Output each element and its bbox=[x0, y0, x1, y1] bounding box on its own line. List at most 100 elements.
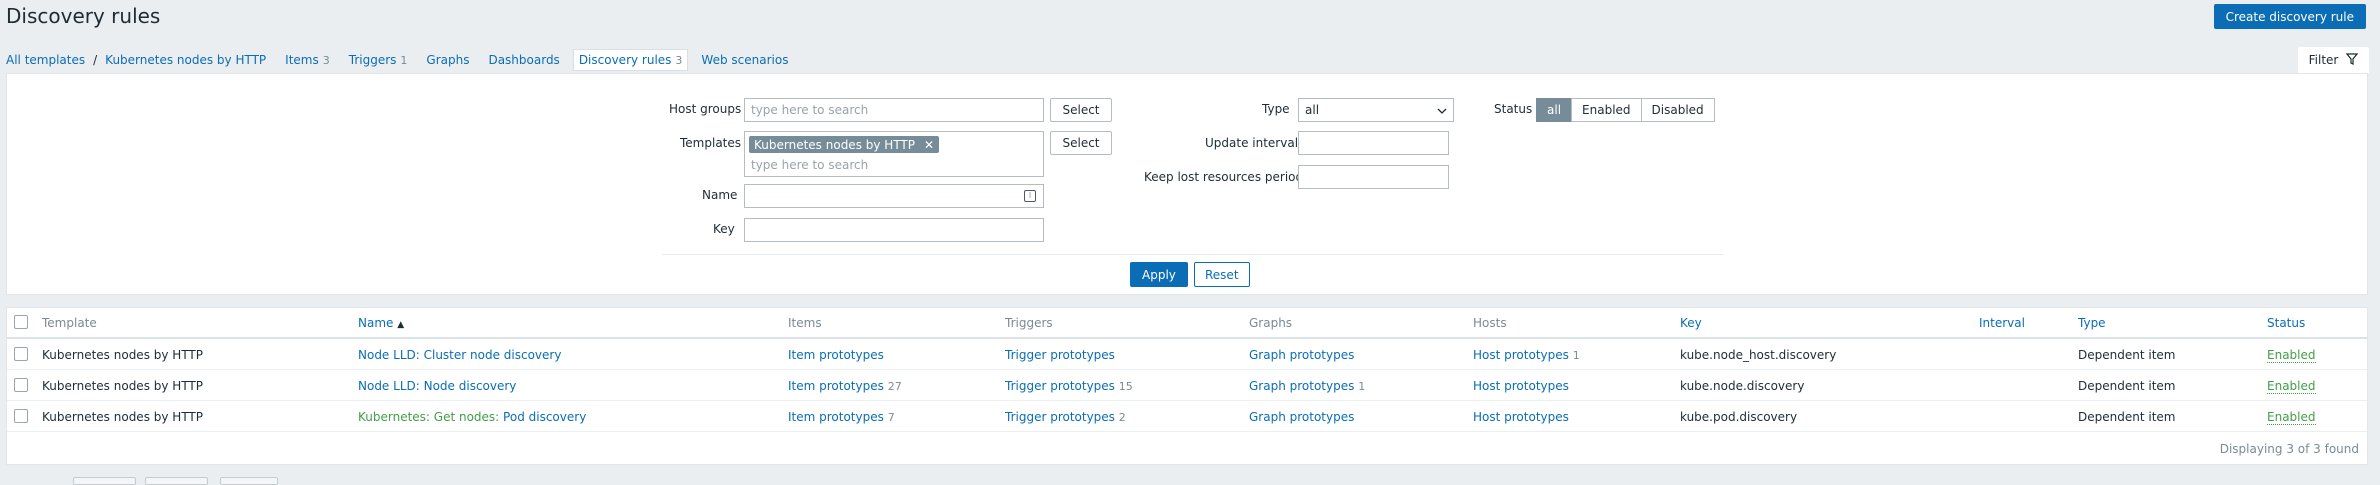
macro-icon[interactable]: ⁝ bbox=[1024, 190, 1036, 202]
row-hosts: Host prototypes bbox=[1473, 410, 1569, 424]
tab-discovery-rules-count: 3 bbox=[675, 53, 683, 67]
tab-discovery-rules-label: Discovery rules bbox=[578, 53, 672, 67]
tab-dashboards[interactable]: Dashboards bbox=[488, 53, 559, 67]
tab-items-label: Items bbox=[285, 53, 319, 67]
status-option-disabled[interactable]: Disabled bbox=[1640, 98, 1715, 122]
tab-items-count: 3 bbox=[322, 53, 330, 67]
item-prototypes-link[interactable]: Item prototypes bbox=[788, 348, 884, 362]
apply-button[interactable]: Apply bbox=[1130, 262, 1188, 287]
page-header: Discovery rules Create discovery rule bbox=[0, 0, 2380, 38]
row-items: Item prototypes 27 bbox=[788, 379, 902, 393]
close-icon[interactable]: ✕ bbox=[924, 138, 934, 152]
mass-action-button[interactable] bbox=[145, 477, 208, 485]
tab-triggers-count: 1 bbox=[400, 53, 408, 67]
tab-discovery-rules[interactable]: Discovery rules 3 bbox=[572, 49, 689, 71]
select-all-checkbox[interactable] bbox=[14, 315, 28, 329]
trigger-prototypes-link[interactable]: Trigger prototypes bbox=[1005, 379, 1115, 393]
row-checkbox[interactable] bbox=[14, 378, 28, 392]
col-key[interactable]: Key bbox=[1680, 316, 1702, 330]
trigger-prototypes-count: 2 bbox=[1118, 411, 1126, 424]
tab-triggers[interactable]: Triggers 1 bbox=[349, 53, 408, 67]
host-prototypes-count: 1 bbox=[1572, 349, 1580, 362]
row-name-link[interactable]: Node discovery bbox=[424, 379, 517, 393]
type-select-value: all bbox=[1305, 103, 1320, 117]
graph-prototypes-link[interactable]: Graph prototypes bbox=[1249, 379, 1354, 393]
host-prototypes-link[interactable]: Host prototypes bbox=[1473, 410, 1569, 424]
chevron-down-icon bbox=[1437, 103, 1447, 117]
name-input[interactable] bbox=[744, 184, 1044, 208]
update-interval-label: Update interval bbox=[1205, 136, 1299, 150]
row-name-prefix[interactable]: Node LLD: bbox=[358, 379, 424, 393]
row-graphs: Graph prototypes bbox=[1249, 410, 1354, 424]
col-name-label: Name bbox=[358, 316, 394, 330]
row-name: Node LLD: Cluster node discovery bbox=[358, 348, 561, 362]
template-tag: Kubernetes nodes by HTTP ✕ bbox=[749, 136, 940, 153]
graph-prototypes-count: 1 bbox=[1358, 380, 1366, 393]
row-name-link[interactable]: Pod discovery bbox=[503, 410, 586, 424]
tab-items[interactable]: Items 3 bbox=[285, 53, 330, 67]
graph-prototypes-link[interactable]: Graph prototypes bbox=[1249, 410, 1354, 424]
status-toggle[interactable]: Enabled bbox=[2267, 348, 2316, 363]
row-template: Kubernetes nodes by HTTP bbox=[42, 348, 203, 362]
row-template: Kubernetes nodes by HTTP bbox=[42, 410, 203, 424]
row-name-link[interactable]: Cluster node discovery bbox=[424, 348, 562, 362]
col-status[interactable]: Status bbox=[2267, 316, 2305, 330]
row-name-prefix[interactable]: Node LLD: bbox=[358, 348, 424, 362]
row-triggers: Trigger prototypes 15 bbox=[1005, 379, 1133, 393]
filter-panel: Host groups Select Templates Kubernetes … bbox=[6, 73, 2368, 295]
templates-select-button[interactable]: Select bbox=[1050, 131, 1112, 155]
item-prototypes-count: 27 bbox=[887, 380, 902, 393]
host-groups-select-button[interactable]: Select bbox=[1050, 98, 1112, 122]
key-input[interactable] bbox=[744, 218, 1044, 242]
host-prototypes-link[interactable]: Host prototypes bbox=[1473, 379, 1569, 393]
item-prototypes-link[interactable]: Item prototypes bbox=[788, 379, 884, 393]
type-select[interactable]: all bbox=[1298, 98, 1454, 122]
host-groups-input[interactable] bbox=[744, 98, 1044, 122]
col-interval[interactable]: Interval bbox=[1979, 316, 2025, 330]
row-key: kube.node_host.discovery bbox=[1680, 348, 1837, 362]
status-option-enabled[interactable]: Enabled bbox=[1571, 98, 1642, 122]
update-interval-input[interactable] bbox=[1298, 131, 1449, 155]
row-name-prefix[interactable]: Kubernetes: Get nodes: bbox=[358, 410, 503, 424]
row-triggers: Trigger prototypes 2 bbox=[1005, 410, 1126, 424]
filter-tab[interactable]: Filter bbox=[2298, 47, 2369, 73]
item-prototypes-link[interactable]: Item prototypes bbox=[788, 410, 884, 424]
templates-multiselect[interactable]: Kubernetes nodes by HTTP ✕ type here to … bbox=[744, 131, 1044, 177]
create-discovery-rule-button[interactable]: Create discovery rule bbox=[2213, 4, 2366, 29]
trigger-prototypes-link[interactable]: Trigger prototypes bbox=[1005, 348, 1115, 362]
col-template: Template bbox=[42, 316, 97, 330]
row-name: Kubernetes: Get nodes: Pod discovery bbox=[358, 410, 586, 424]
col-type[interactable]: Type bbox=[2078, 316, 2106, 330]
reset-button[interactable]: Reset bbox=[1194, 262, 1250, 287]
col-name[interactable]: Name ▲ bbox=[358, 316, 404, 330]
row-type: Dependent item bbox=[2078, 410, 2176, 424]
breadcrumb-template[interactable]: Kubernetes nodes by HTTP bbox=[105, 53, 266, 67]
templates-search-input[interactable]: type here to search bbox=[751, 158, 868, 172]
status-option-all[interactable]: all bbox=[1536, 98, 1573, 122]
graph-prototypes-link[interactable]: Graph prototypes bbox=[1249, 348, 1354, 362]
col-graphs: Graphs bbox=[1249, 316, 1293, 330]
row-hosts: Host prototypes 1 bbox=[1473, 348, 1580, 362]
row-checkbox[interactable] bbox=[14, 409, 28, 423]
funnel-icon bbox=[2346, 52, 2359, 68]
tab-graphs[interactable]: Graphs bbox=[426, 53, 469, 67]
status-segmented: all Enabled Disabled bbox=[1536, 98, 1715, 122]
table-footer-count: Displaying 3 of 3 found bbox=[2219, 442, 2359, 456]
status-toggle[interactable]: Enabled bbox=[2267, 410, 2316, 425]
row-checkbox[interactable] bbox=[14, 347, 28, 361]
row-name: Node LLD: Node discovery bbox=[358, 379, 516, 393]
trigger-prototypes-count: 15 bbox=[1118, 380, 1133, 393]
tab-web-scenarios[interactable]: Web scenarios bbox=[701, 53, 788, 67]
key-label: Key bbox=[713, 222, 735, 236]
status-label: Status bbox=[1494, 102, 1533, 116]
host-prototypes-link[interactable]: Host prototypes bbox=[1473, 348, 1569, 362]
name-label: Name bbox=[702, 188, 738, 202]
keep-lost-input[interactable] bbox=[1298, 165, 1449, 189]
trigger-prototypes-link[interactable]: Trigger prototypes bbox=[1005, 410, 1115, 424]
status-toggle[interactable]: Enabled bbox=[2267, 379, 2316, 394]
mass-action-button[interactable] bbox=[220, 477, 278, 485]
row-hosts: Host prototypes bbox=[1473, 379, 1569, 393]
breadcrumb-all-templates[interactable]: All templates bbox=[6, 53, 85, 67]
row-triggers: Trigger prototypes bbox=[1005, 348, 1115, 362]
mass-action-button[interactable] bbox=[73, 477, 136, 485]
